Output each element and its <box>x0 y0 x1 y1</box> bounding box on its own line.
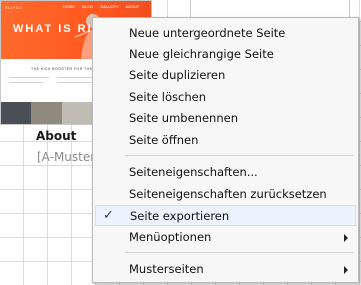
menu-item-label: Seite umbenennen <box>129 111 238 125</box>
menu-item-label: Seiteneigenschaften... <box>129 165 258 179</box>
context-menu: Neue untergeordnete Seite Neue gleichran… <box>92 17 359 283</box>
menu-item-label: Seite löschen <box>129 90 207 104</box>
thumbnail-photo <box>31 102 62 124</box>
menu-item-menu-options[interactable]: Menüoptionen <box>95 227 356 248</box>
menu-item-export-page[interactable]: ✓ Seite exportieren <box>95 205 356 226</box>
menu-item-label: Seite duplizieren <box>129 68 226 82</box>
menu-item-label: Seite öffnen <box>129 133 199 147</box>
thumbnail-headline: WHAT IS Ri <box>13 23 93 35</box>
menu-item-label: Seite exportieren <box>130 209 230 223</box>
thumbnail-text-line <box>9 82 43 83</box>
menu-item-open-page[interactable]: Seite öffnen <box>95 130 356 151</box>
page-title[interactable]: About <box>36 129 96 143</box>
menu-item-new-sibling-page[interactable]: Neue gleichrangige Seite <box>95 44 356 65</box>
menu-item-page-properties[interactable]: Seiteneigenschaften... <box>95 162 356 183</box>
thumbnail-text-line <box>9 77 49 78</box>
menu-item-master-pages[interactable]: Musterseiten <box>95 259 356 280</box>
thumbnail-text-line <box>57 77 97 78</box>
page-master-label: [A-Muster <box>37 150 96 164</box>
thumbnail-tagline: THE KICK BOOSTER FOR THE DIY <box>31 67 102 71</box>
menu-item-rename-page[interactable]: Seite umbenennen <box>95 108 356 129</box>
menu-item-duplicate-page[interactable]: Seite duplizieren <box>95 65 356 86</box>
menu-item-new-child-page[interactable]: Neue untergeordnete Seite <box>95 23 356 44</box>
sitemap-canvas[interactable]: ELIPSO HOME BLOG GALLERY ABOUT WHAT IS R… <box>0 0 361 285</box>
thumbnail-nav-item: ABOUT <box>125 4 140 9</box>
checkmark-icon: ✓ <box>103 208 114 223</box>
menu-item-label: Musterseiten <box>129 262 204 276</box>
thumbnail-photo <box>1 102 32 124</box>
menu-separator <box>125 252 354 253</box>
chevron-right-icon <box>344 266 348 274</box>
menu-item-reset-page-properties[interactable]: Seiteneigenschaften zurücksetzen <box>95 184 356 205</box>
menu-item-delete-page[interactable]: Seite löschen <box>95 87 356 108</box>
menu-separator <box>125 155 354 156</box>
menu-item-label: Neue untergeordnete Seite <box>129 26 286 40</box>
menu-item-label: Menüoptionen <box>129 230 212 244</box>
thumbnail-logo: ELIPSO <box>5 5 23 10</box>
menu-item-label: Seiteneigenschaften zurücksetzen <box>129 187 327 201</box>
thumbnail-photo <box>61 102 93 124</box>
thumbnail-text-line <box>57 82 91 83</box>
menu-item-label: Neue gleichrangige Seite <box>129 47 274 61</box>
chevron-right-icon <box>344 234 348 242</box>
